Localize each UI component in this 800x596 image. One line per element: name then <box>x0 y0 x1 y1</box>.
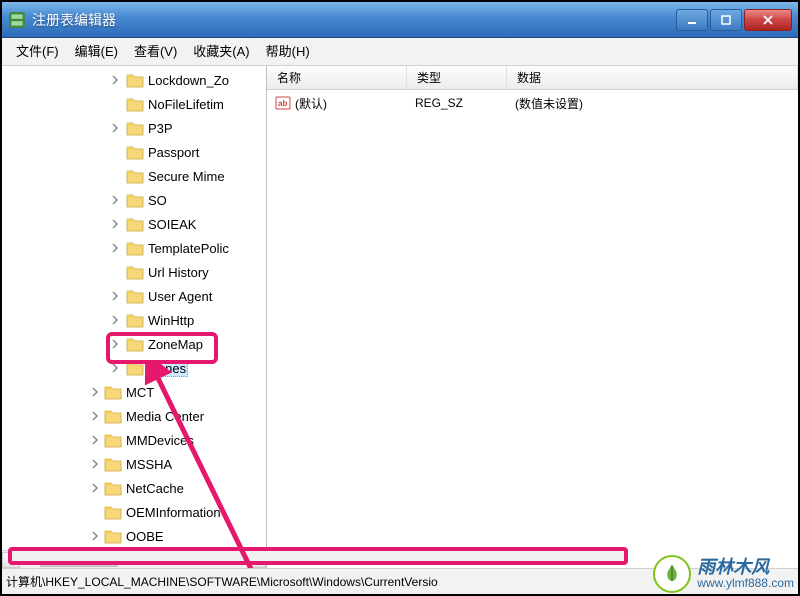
expand-toggle[interactable] <box>108 121 122 135</box>
list-body[interactable]: ab (默认) REG_SZ (数值未设置) <box>267 90 798 116</box>
expand-toggle[interactable] <box>88 385 102 399</box>
tree-item-label: MMDevices <box>126 433 194 448</box>
tree-item-label: MSSHA <box>126 457 172 472</box>
string-value-icon: ab <box>275 95 291 111</box>
value-type: REG_SZ <box>415 96 463 110</box>
tree-item-label: SO <box>148 193 167 208</box>
value-name: (默认) <box>295 95 327 112</box>
titlebar: 注册表编辑器 <box>2 2 798 38</box>
tree-item-so[interactable]: SO <box>2 188 266 212</box>
tree-item-url-history[interactable]: Url History <box>2 260 266 284</box>
tree-item-user-agent[interactable]: User Agent <box>2 284 266 308</box>
tree-item-zonemap[interactable]: ZoneMap <box>2 332 266 356</box>
expand-toggle[interactable] <box>108 361 122 375</box>
expand-toggle[interactable] <box>88 481 102 495</box>
expand-toggle[interactable] <box>108 241 122 255</box>
tree-item-label: MCT <box>126 385 154 400</box>
status-path: 计算机\HKEY_LOCAL_MACHINE\SOFTWARE\Microsof… <box>6 573 438 590</box>
maximize-button[interactable] <box>710 9 742 31</box>
close-button[interactable] <box>744 9 792 31</box>
tree-pane: Lockdown_Zo NoFileLifetim P3P Passport Secur… <box>2 66 267 568</box>
tree-item-mmdevices[interactable]: MMDevices <box>2 428 266 452</box>
expand-toggle[interactable] <box>108 313 122 327</box>
tree-item-p3p[interactable]: P3P <box>2 116 266 140</box>
column-data[interactable]: 数据 <box>507 66 798 89</box>
tree-item-soieak[interactable]: SOIEAK <box>2 212 266 236</box>
tree-item-label: WinHttp <box>148 313 194 328</box>
watermark-name: 雨林木风 <box>697 558 794 578</box>
tree-item-media-center[interactable]: Media Center <box>2 404 266 428</box>
tree-item-templatepolic[interactable]: TemplatePolic <box>2 236 266 260</box>
tree-item-mct[interactable]: MCT <box>2 380 266 404</box>
tree-item-label: ZoneMap <box>148 337 203 352</box>
tree-item-nofilelifetim[interactable]: NoFileLifetim <box>2 92 266 116</box>
tree-item-oobe[interactable]: OOBE <box>2 524 266 548</box>
expand-toggle[interactable] <box>88 529 102 543</box>
expand-toggle[interactable] <box>108 217 122 231</box>
list-pane: 名称 类型 数据 ab (默认) REG_SZ (数值未设置) <box>267 66 798 568</box>
minimize-button[interactable] <box>676 9 708 31</box>
tree-list[interactable]: Lockdown_Zo NoFileLifetim P3P Passport Secur… <box>2 66 266 568</box>
expand-toggle[interactable] <box>108 289 122 303</box>
tree-item-lockdown-zo[interactable]: Lockdown_Zo <box>2 68 266 92</box>
tree-item-oeminformation[interactable]: OEMInformation <box>2 500 266 524</box>
list-row[interactable]: ab (默认) REG_SZ (数值未设置) <box>269 92 796 114</box>
expand-toggle[interactable] <box>108 73 122 87</box>
svg-text:ab: ab <box>278 99 287 108</box>
tree-item-label: Url History <box>148 265 209 280</box>
tree-item-netcache[interactable]: NetCache <box>2 476 266 500</box>
expand-toggle[interactable] <box>108 193 122 207</box>
menu-file[interactable]: 文件(F) <box>8 41 67 63</box>
window-title: 注册表编辑器 <box>32 10 676 30</box>
column-name[interactable]: 名称 <box>267 66 407 89</box>
watermark-logo <box>653 555 691 593</box>
expand-toggle[interactable] <box>88 433 102 447</box>
expand-toggle[interactable] <box>108 337 122 351</box>
tree-item-label: Zones <box>148 360 188 377</box>
tree-item-label: Secure Mime <box>148 169 225 184</box>
tree-item-label: Lockdown_Zo <box>148 73 229 88</box>
content-area: Lockdown_Zo NoFileLifetim P3P Passport Secur… <box>2 66 798 568</box>
tree-item-label: Media Center <box>126 409 204 424</box>
highlight-statusbar <box>8 547 628 565</box>
menu-favorites[interactable]: 收藏夹(A) <box>185 41 257 63</box>
tree-item-label: OEMInformation <box>126 505 221 520</box>
menu-edit[interactable]: 编辑(E) <box>67 41 126 63</box>
tree-item-label: OOBE <box>126 529 164 544</box>
tree-item-label: User Agent <box>148 289 212 304</box>
window-controls <box>676 9 792 31</box>
tree-item-mssha[interactable]: MSSHA <box>2 452 266 476</box>
menu-help[interactable]: 帮助(H) <box>258 41 318 63</box>
tree-item-label: NoFileLifetim <box>148 97 224 112</box>
tree-item-zones[interactable]: Zones <box>2 356 266 380</box>
expand-toggle[interactable] <box>88 409 102 423</box>
tree-item-label: NetCache <box>126 481 184 496</box>
watermark: 雨林木风 www.ylmf888.com <box>653 555 794 593</box>
tree-item-label: SOIEAK <box>148 217 196 232</box>
list-header: 名称 类型 数据 <box>267 66 798 90</box>
tree-item-passport[interactable]: Passport <box>2 140 266 164</box>
tree-item-label: Passport <box>148 145 199 160</box>
expand-toggle[interactable] <box>88 457 102 471</box>
menubar: 文件(F) 编辑(E) 查看(V) 收藏夹(A) 帮助(H) <box>2 38 798 66</box>
menu-view[interactable]: 查看(V) <box>126 41 185 63</box>
tree-item-label: P3P <box>148 121 173 136</box>
tree-item-label: TemplatePolic <box>148 241 229 256</box>
tree-item-winhttp[interactable]: WinHttp <box>2 308 266 332</box>
watermark-url: www.ylmf888.com <box>697 577 794 590</box>
tree-item-secure-mime[interactable]: Secure Mime <box>2 164 266 188</box>
column-type[interactable]: 类型 <box>407 66 507 89</box>
value-data: (数值未设置) <box>515 95 583 112</box>
app-icon <box>8 11 26 29</box>
